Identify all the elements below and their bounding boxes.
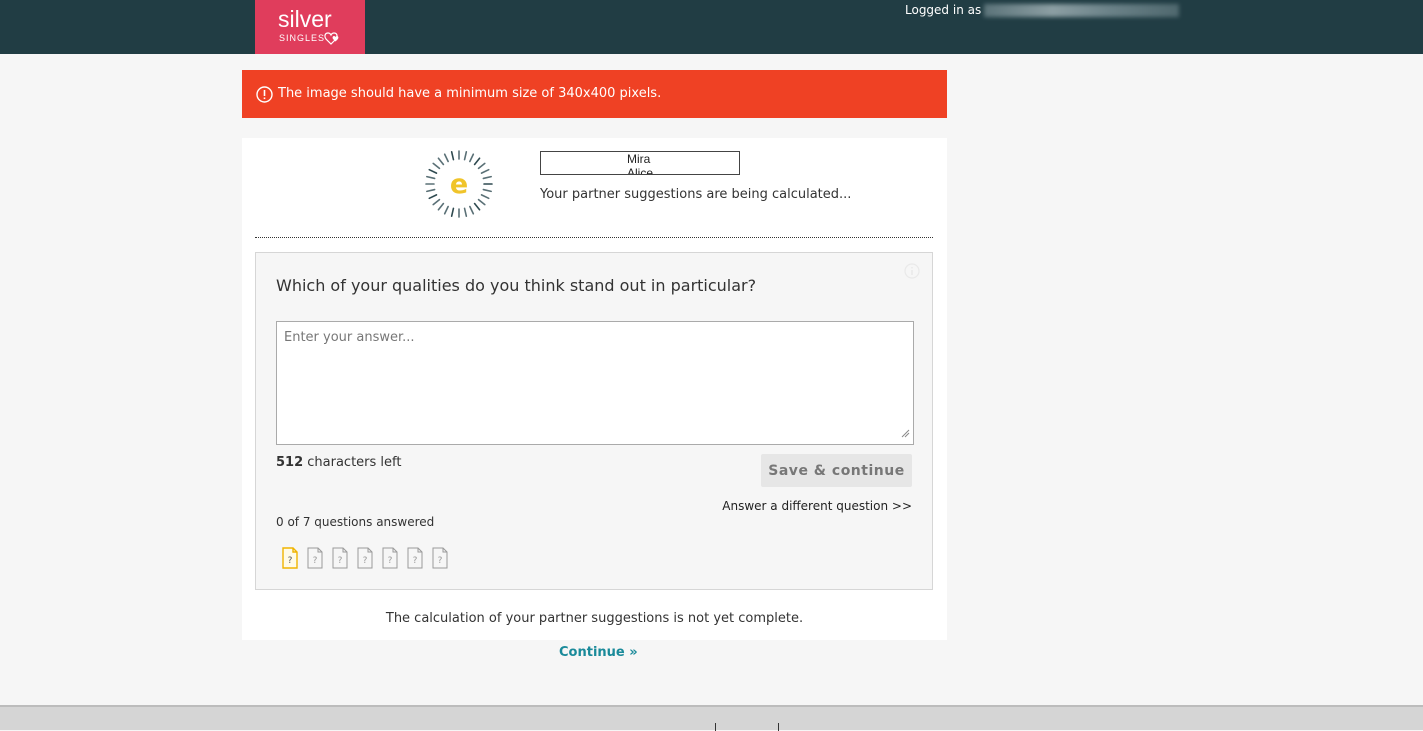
different-question-link[interactable]: Answer a different question >> [722,499,912,513]
login-label: Logged in as [905,3,982,17]
calculating-text: Your partner suggestions are being calcu… [540,187,852,202]
spinner-tick [482,175,492,180]
info-icon[interactable] [904,263,920,279]
spinner-tick [426,175,436,180]
spinner-tick [463,207,468,217]
save-continue-button[interactable]: Save & continue [761,454,912,487]
footer-separator [778,723,779,731]
question-icon-glyph: ? [338,556,343,566]
top-bar: silver SINGLES Logged in as [0,0,1423,54]
logo-sub: SINGLES [279,33,326,43]
spinner-tick [428,194,438,200]
loading-spinner-icon: e [425,150,493,218]
answer-textarea[interactable] [276,321,914,445]
spinner-tick [426,188,436,193]
resize-grip-icon[interactable] [901,429,910,438]
spinner-tick [473,202,481,211]
logo-word: silver [278,6,332,32]
question-icon[interactable]: ? [332,547,348,569]
spinner-tick [480,168,490,174]
continue-link[interactable]: Continue » [559,645,638,660]
match-name-2: Alice [627,166,654,175]
spinner-tick [450,207,455,217]
spinner-tick [432,198,441,206]
question-icon[interactable]: ? [432,547,448,569]
question-icon[interactable]: ? [307,547,323,569]
spinner-tick [443,153,449,163]
characters-left-label: characters left [303,455,402,470]
login-status: Logged in as [905,3,1180,17]
question-icon[interactable]: ? [382,547,398,569]
spinner-tick [477,198,486,206]
spinner-tick [443,205,449,215]
spinner-tick [473,157,481,166]
question-icon-glyph: ? [313,556,318,566]
question-icon[interactable]: ? [407,547,423,569]
question-icon-glyph: ? [438,556,443,566]
heart-icon [324,32,339,45]
silver-singles-logo[interactable]: silver SINGLES [255,0,365,54]
spinner-tick [469,153,475,163]
match-names-box: Mira Alice [540,151,740,175]
spinner-letter: e [450,169,468,200]
error-alert: The image should have a minimum size of … [242,70,947,118]
spinner-tick [432,162,441,170]
spinner-tick [437,202,445,211]
spinner-tick [428,168,438,174]
question-panel: Which of your qualities do you think sta… [255,252,933,590]
question-icon-glyph: ? [363,556,368,566]
question-icon-current[interactable]: ? [282,547,298,569]
redacted-email [984,4,1180,17]
question-icon-glyph: ? [388,556,393,566]
exclamation-circle-icon [256,86,273,103]
spinner-tick [482,188,492,193]
question-icon-glyph: ? [413,556,418,566]
characters-left-count: 512 [276,455,304,470]
page-footer [0,705,1423,731]
dotted-divider [255,237,933,238]
question-icon-glyph: ? [288,556,293,566]
alert-message: The image should have a minimum size of … [278,86,662,101]
spinner-tick [477,162,486,170]
spinner-tick [450,151,455,161]
spinner-tick [480,194,490,200]
question-icon[interactable]: ? [357,547,373,569]
characters-left: 512 characters left [276,455,402,470]
main-card: e Mira Alice Your partner suggestions ar… [242,138,947,640]
spinner-tick [437,157,445,166]
spinner-tick [469,205,475,215]
question-text: Which of your qualities do you think sta… [276,276,757,295]
footer-separator [715,723,716,731]
match-name-1: Mira [627,152,651,166]
spinner-tick [463,151,468,161]
calculation-footnote: The calculation of your partner suggesti… [385,611,804,626]
questions-answered: 0 of 7 questions answered [276,515,435,529]
